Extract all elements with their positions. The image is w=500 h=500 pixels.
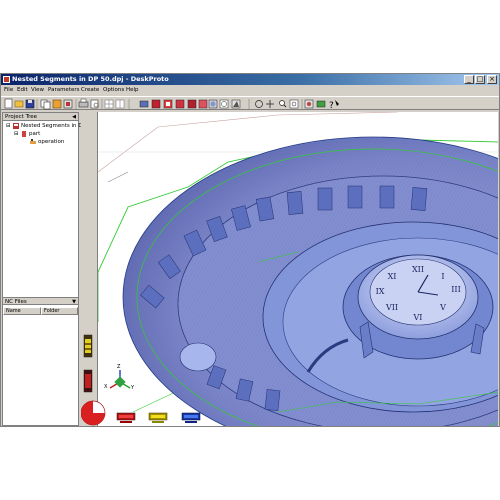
gauge-red bbox=[116, 412, 136, 423]
svg-text:V: V bbox=[439, 303, 446, 312]
minimize-button[interactable]: _ bbox=[464, 75, 474, 84]
svg-text:I: I bbox=[441, 272, 444, 281]
view-wire-icon[interactable] bbox=[219, 99, 229, 109]
menu-parameters[interactable]: Parameters bbox=[48, 87, 79, 93]
menu-help[interactable]: Help bbox=[126, 87, 139, 93]
svg-text:XI: XI bbox=[388, 272, 397, 281]
view-tool-strip bbox=[81, 112, 96, 426]
toolpath-render: XII I III V VI VII IX XI X Y Z bbox=[98, 112, 498, 426]
view-3d-icon[interactable] bbox=[231, 99, 241, 109]
column-header-folder[interactable]: Folder bbox=[41, 307, 78, 315]
zoom-icon[interactable] bbox=[279, 100, 287, 108]
view-toolpath-icon[interactable] bbox=[163, 99, 173, 109]
tree-item-part[interactable]: part bbox=[29, 131, 40, 137]
progress-pie-icon bbox=[80, 400, 106, 426]
menu-file[interactable]: File bbox=[4, 87, 13, 93]
print-icon[interactable] bbox=[78, 98, 89, 108]
view-solid-icon[interactable] bbox=[151, 99, 161, 109]
svg-text:III: III bbox=[451, 285, 460, 294]
3d-viewport[interactable]: XII I III V VI VII IX XI X Y Z bbox=[97, 112, 498, 426]
svg-text:VI: VI bbox=[413, 313, 423, 322]
column-header-name[interactable]: Name bbox=[3, 307, 41, 315]
maximize-button[interactable]: □ bbox=[475, 75, 485, 84]
tree-expander-part[interactable]: ⊟ bbox=[14, 131, 19, 137]
rotate-icon[interactable] bbox=[255, 100, 263, 108]
status-gauges bbox=[80, 399, 498, 427]
part-icon bbox=[22, 131, 26, 137]
level-gauge-red-icon[interactable] bbox=[83, 369, 93, 393]
pan-icon[interactable] bbox=[266, 100, 274, 108]
gauge-yellow bbox=[148, 412, 168, 423]
project-icon bbox=[13, 123, 19, 129]
svg-text:VII: VII bbox=[385, 303, 398, 312]
app-icon bbox=[3, 76, 10, 83]
print-preview-icon[interactable] bbox=[90, 99, 99, 109]
nc-files-title: NC Files bbox=[5, 299, 27, 305]
operation-icon bbox=[30, 139, 36, 144]
menu-options[interactable]: Options bbox=[103, 87, 124, 93]
save-icon[interactable] bbox=[25, 99, 35, 109]
view-front-icon[interactable] bbox=[139, 100, 149, 108]
menu-create[interactable]: Create bbox=[81, 87, 99, 93]
gauge-blue bbox=[181, 412, 201, 423]
svg-text:X: X bbox=[104, 384, 108, 390]
menu-bar: File Edit View Parameters Create Options… bbox=[1, 86, 499, 95]
level-gauge-yellow-icon[interactable] bbox=[83, 334, 93, 358]
import-icon[interactable] bbox=[63, 99, 73, 109]
tree-item-operation[interactable]: operation bbox=[38, 139, 64, 145]
toolbar: ? bbox=[1, 96, 499, 111]
dropdown-arrow-icon[interactable]: ▼ bbox=[72, 298, 76, 306]
export-icon[interactable] bbox=[316, 100, 326, 108]
nc-files-header: NC Files ▼ bbox=[3, 297, 78, 305]
tree-expander[interactable]: ⊟ bbox=[6, 123, 11, 129]
view-layer-icon[interactable] bbox=[175, 99, 185, 109]
menu-view[interactable]: View bbox=[31, 87, 44, 93]
close-button[interactable]: × bbox=[487, 75, 497, 84]
collapse-arrow-icon[interactable]: ◀ bbox=[72, 113, 76, 121]
left-panel: Project Tree ◀ ⊟ Nested Segments in DP ⊟… bbox=[2, 112, 86, 426]
svg-text:Y: Y bbox=[130, 385, 135, 391]
view-part-icon[interactable] bbox=[187, 99, 197, 109]
zoom-fit-icon[interactable] bbox=[289, 99, 299, 109]
new-icon[interactable] bbox=[4, 98, 13, 109]
open-icon[interactable] bbox=[14, 100, 24, 108]
undo-icon[interactable] bbox=[52, 99, 62, 109]
help-icon[interactable]: ? bbox=[329, 100, 339, 111]
view-color-icon[interactable] bbox=[198, 99, 208, 109]
grid-alt-icon[interactable] bbox=[115, 99, 125, 109]
grid-icon[interactable] bbox=[104, 99, 114, 109]
title-bar[interactable]: Nested Segments in DP 50.dpj - DeskProto… bbox=[1, 74, 499, 85]
menu-edit[interactable]: Edit bbox=[17, 87, 28, 93]
tree-item-project[interactable]: Nested Segments in DP bbox=[21, 123, 86, 129]
window-title: Nested Segments in DP 50.dpj - DeskProto bbox=[12, 75, 169, 83]
project-tree-title: Project Tree bbox=[5, 114, 38, 120]
copy-icon[interactable] bbox=[40, 99, 51, 110]
view-shade-icon[interactable] bbox=[208, 99, 218, 109]
svg-text:IX: IX bbox=[376, 287, 385, 296]
project-tree-header: Project Tree ◀ bbox=[3, 113, 78, 121]
simulate-icon[interactable] bbox=[304, 99, 314, 109]
axis-indicator-icon: X Y Z bbox=[104, 364, 135, 391]
svg-text:?: ? bbox=[329, 101, 334, 111]
svg-text:Z: Z bbox=[117, 364, 121, 370]
app-window: Nested Segments in DP 50.dpj - DeskProto… bbox=[0, 73, 500, 427]
svg-text:XII: XII bbox=[412, 265, 424, 274]
